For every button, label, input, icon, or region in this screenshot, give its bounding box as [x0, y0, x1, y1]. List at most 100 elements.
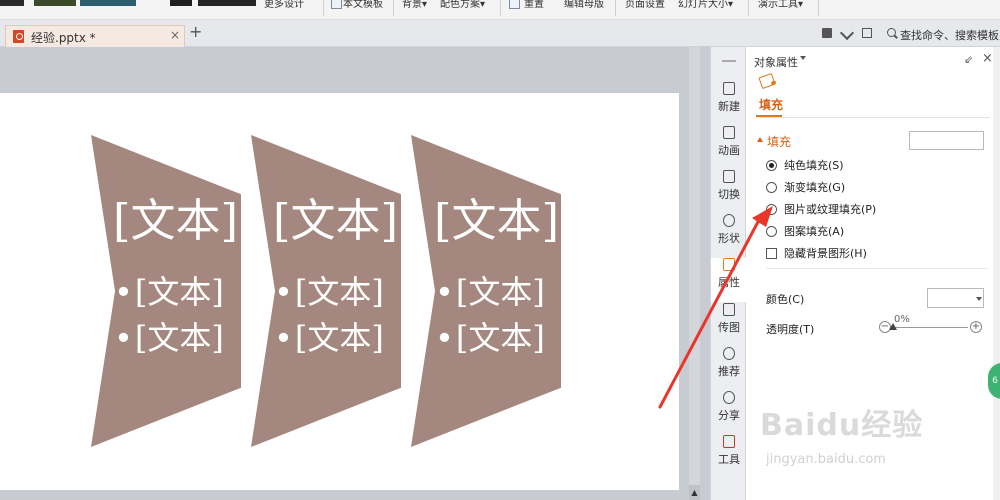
pptx-file-icon — [13, 30, 24, 43]
fill-preview-swatch[interactable] — [909, 131, 984, 150]
sidebar-item-label: 切换 — [718, 188, 740, 201]
background-button[interactable]: 背景▾ — [402, 0, 427, 12]
bullet-placeholder[interactable]: [文本] — [435, 273, 545, 311]
floating-badge[interactable]: 6 — [988, 363, 1000, 399]
sidebar-item-toolbox[interactable]: 工具 — [711, 435, 747, 479]
export-icon[interactable] — [862, 28, 872, 38]
ribbon-separator — [393, 0, 394, 16]
ribbon-separator — [748, 0, 749, 16]
sidebar-item-label: 属性 — [718, 276, 740, 289]
ribbon-separator — [615, 0, 616, 16]
document-tab-bar: 经验.pptx * × + 查找命令、搜索模板 — [0, 20, 1000, 47]
collapse-arrow-icon[interactable] — [757, 137, 763, 142]
canvas-scrollbar[interactable]: ▲ — [689, 47, 700, 500]
divider — [766, 268, 988, 269]
divider — [756, 117, 990, 118]
ribbon-toolbar: 更多设计 本文模板 背景▾ 配色方案▾ 重置 编辑母版 页面设置 幻灯片大小▾ … — [0, 0, 1000, 20]
reset-button[interactable]: 重置 — [524, 0, 544, 12]
sidebar-item-recommend[interactable]: 推荐 — [711, 347, 747, 391]
radio-button[interactable] — [766, 182, 777, 193]
upload-image-icon — [723, 303, 735, 316]
page-setup-button[interactable]: 页面设置 — [625, 0, 665, 12]
command-search[interactable]: 查找命令、搜索模板 — [900, 27, 999, 43]
option-label: 图案填充(A) — [784, 225, 845, 238]
bullet-placeholder[interactable]: [文本] — [114, 273, 224, 311]
bullet-placeholder[interactable]: [文本] — [274, 319, 384, 357]
template-thumbnail[interactable] — [170, 0, 192, 6]
sidebar-item-label: 形状 — [718, 232, 740, 245]
close-tab-button[interactable]: × — [170, 28, 180, 42]
sidebar-item-label: 推荐 — [718, 365, 740, 378]
slide-canvas: [文本] [文本] [文本] [文本] [文本] [文本] [文本] [文本] … — [0, 47, 700, 500]
sidebar-item-share[interactable]: 分享 — [711, 391, 747, 435]
sidebar-item-transition[interactable]: 切换 — [711, 170, 747, 214]
more-design-button[interactable]: 更多设计 — [264, 0, 304, 12]
radio-button[interactable] — [766, 226, 777, 237]
reset-icon — [509, 0, 520, 9]
sidebar-item-label: 工具 — [718, 453, 740, 466]
slider-thumb[interactable] — [889, 323, 897, 330]
sidebar-item-new[interactable]: 新建 — [711, 82, 747, 126]
toolbar-grip — [722, 60, 736, 62]
slide-title-placeholder[interactable]: [文本] — [113, 195, 238, 247]
transparency-slider[interactable] — [889, 323, 968, 330]
increase-transparency-button[interactable]: + — [970, 321, 982, 333]
color-dropdown[interactable] — [927, 288, 984, 308]
edit-master-button[interactable]: 编辑母版 — [564, 0, 604, 12]
bullet-placeholder[interactable]: [文本] — [274, 273, 384, 311]
search-icon[interactable] — [887, 28, 896, 37]
template-thumbnail[interactable] — [198, 0, 256, 6]
close-panel-button[interactable]: × — [982, 51, 993, 66]
option-label: 图片或纹理填充(P) — [784, 203, 877, 216]
transition-icon — [723, 170, 735, 183]
bullet-placeholder[interactable]: [文本] — [114, 319, 224, 357]
toolbox-icon — [723, 435, 735, 448]
object-properties-panel: 对象属性 ⇙ × 填充 填充 纯色填充(S) 渐变填充(G) 图片或纹理填充(P… — [746, 47, 1000, 500]
sidebar-item-label: 分享 — [718, 409, 740, 422]
template-icon — [331, 0, 342, 9]
ribbon-separator — [323, 0, 324, 16]
option-label: 隐藏背景图形(H) — [784, 247, 867, 260]
panel-scrollbar[interactable] — [993, 47, 1000, 500]
document-tab[interactable]: 经验.pptx * × — [5, 25, 185, 47]
sidebar-item-animation[interactable]: 动画 — [711, 126, 747, 170]
color-label: 颜色(C) — [766, 293, 805, 306]
recommend-icon — [723, 347, 735, 360]
template-thumbnail[interactable] — [34, 0, 76, 6]
panel-title[interactable]: 对象属性 — [754, 54, 798, 70]
template-thumbnail[interactable] — [0, 0, 24, 6]
chevron-down-icon[interactable] — [800, 56, 806, 60]
template-thumbnail[interactable] — [80, 0, 136, 6]
sidebar-item-label: 动画 — [718, 144, 740, 157]
annotation-tool-icon[interactable] — [839, 25, 855, 41]
property-icon — [723, 258, 735, 271]
chevron-down-icon — [976, 297, 982, 301]
slide-size-button[interactable]: 幻灯片大小▾ — [678, 0, 733, 12]
presentation-tools-button[interactable]: 演示工具▾ — [758, 0, 803, 12]
task-pane-toolbar: 新建 动画 切换 形状 属性 传图 推荐 分享 工具 — [710, 47, 747, 500]
new-tab-button[interactable]: + — [189, 24, 202, 40]
dock-panel-button[interactable]: ⇙ — [964, 53, 973, 66]
checkbox[interactable] — [766, 248, 777, 259]
new-file-icon — [723, 82, 735, 95]
comment-icon[interactable] — [822, 28, 832, 38]
radio-button[interactable] — [766, 204, 777, 215]
sidebar-item-property[interactable]: 属性 — [711, 258, 747, 302]
shape-icon — [723, 214, 735, 227]
radio-button[interactable] — [766, 160, 777, 171]
text-template-button[interactable]: 本文模板 — [343, 0, 383, 12]
tab-fill[interactable]: 填充 — [759, 96, 783, 113]
slide-title-placeholder[interactable]: [文本] — [273, 195, 398, 247]
bullet-placeholder[interactable]: [文本] — [435, 319, 545, 357]
sidebar-item-upload-image[interactable]: 传图 — [711, 303, 747, 347]
animation-icon — [723, 126, 735, 139]
fill-section-header[interactable]: 填充 — [767, 133, 791, 150]
slide[interactable]: [文本] [文本] [文本] [文本] [文本] [文本] [文本] [文本] … — [0, 93, 679, 490]
scroll-up-button[interactable]: ▲ — [689, 485, 700, 500]
slide-title-placeholder[interactable]: [文本] — [434, 195, 559, 247]
color-scheme-button[interactable]: 配色方案▾ — [440, 0, 485, 12]
ribbon-separator — [500, 0, 501, 16]
paint-bucket-icon[interactable] — [758, 72, 776, 90]
sidebar-item-shape[interactable]: 形状 — [711, 214, 747, 258]
document-name: 经验.pptx * — [31, 31, 96, 45]
